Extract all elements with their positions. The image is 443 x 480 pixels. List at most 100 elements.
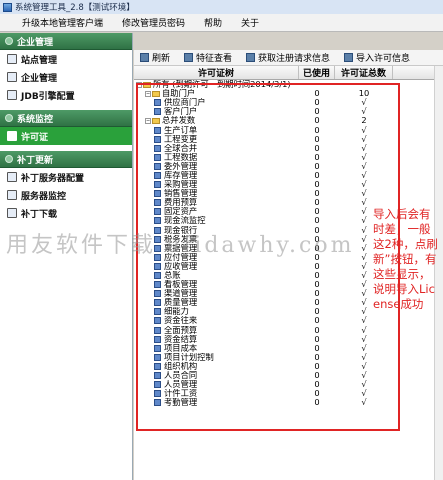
table-row[interactable]: 人员管理 0 √ xyxy=(134,380,443,389)
table-row[interactable]: 资金结算 0 √ xyxy=(134,334,443,344)
table-row[interactable]: 组织机构 0 √ xyxy=(134,361,443,371)
refresh-button[interactable]: 刷新 xyxy=(140,51,170,64)
view-features-button[interactable]: 特征查看 xyxy=(184,51,232,64)
table-row[interactable]: 费用预算 0 √ xyxy=(134,198,443,207)
module-icon xyxy=(154,390,161,398)
menu-help[interactable]: 帮助 xyxy=(204,16,222,29)
table-row[interactable]: 客户门户 0 √ xyxy=(134,107,443,116)
module-icon xyxy=(154,272,161,280)
row-name: 项目计划控制 xyxy=(164,352,214,362)
annotation-note: 导入后会有时差，一般这2种，点刷新”按钮，有这些显示，说明导入License成功 xyxy=(373,207,438,311)
get-registration-request-button[interactable]: 获取注册请求信息 xyxy=(246,51,330,64)
table-row[interactable]: 全球合并 0 √ xyxy=(134,143,443,153)
table-row[interactable]: 工程变更 0 √ xyxy=(134,134,443,144)
module-icon xyxy=(154,99,161,107)
import-license-button[interactable]: 导入许可信息 xyxy=(344,51,410,64)
tree-toggle-icon[interactable]: − xyxy=(145,90,151,97)
module-icon xyxy=(154,290,161,298)
table-row[interactable]: 资金往来 0 √ xyxy=(134,316,443,325)
table-row[interactable]: 销售管理 0 √ xyxy=(134,189,443,198)
row-name: 应付管理 xyxy=(164,252,198,262)
module-icon xyxy=(154,253,161,261)
table-row[interactable]: − 总并发数 0 2 xyxy=(134,116,443,125)
row-name: 客户门户 xyxy=(164,107,198,117)
sidebar-item-jdb-config[interactable]: JDB引擎配置 xyxy=(0,86,132,104)
sidebar-item-patch-server-config[interactable]: 补丁服务器配置 xyxy=(0,168,132,186)
toolbar: 刷新 特征查看 获取注册请求信息 导入许可信息 xyxy=(134,50,443,66)
monitor-icon xyxy=(7,190,17,200)
module-icon xyxy=(154,262,161,270)
window-title: 系统管理工具_2.8【测试环境】 xyxy=(15,3,135,13)
refresh-icon xyxy=(140,53,149,62)
column-header-total[interactable]: 许可证总数 xyxy=(335,66,393,79)
row-name: 供应商门户 xyxy=(164,98,206,108)
module-icon xyxy=(154,126,161,134)
module-icon xyxy=(154,181,161,189)
sidebar-item-enterprise-management[interactable]: 企业管理 xyxy=(0,68,132,86)
table-row[interactable]: 计件工资 0 √ xyxy=(134,389,443,398)
menu-upgrade-client[interactable]: 升级本地管理客户端 xyxy=(22,16,103,29)
table-row[interactable]: 全面预算 0 √ xyxy=(134,325,443,335)
folder-icon xyxy=(143,81,151,88)
table-row[interactable]: − 自助门户 0 10 xyxy=(134,89,443,98)
table-row[interactable]: 采购管理 0 √ xyxy=(134,180,443,189)
row-name: 库存管理 xyxy=(164,170,198,180)
row-name: 所有 (到期许可一到期时间2014/3/1) xyxy=(153,80,291,90)
menu-change-password[interactable]: 修改管理员密码 xyxy=(122,16,185,29)
sidebar-section-enterprise[interactable]: 企业管理 xyxy=(0,33,132,50)
enterprise-icon xyxy=(7,72,17,82)
module-icon xyxy=(154,162,161,170)
license-icon xyxy=(7,131,17,141)
sidebar-item-patch-download[interactable]: 补丁下载 xyxy=(0,204,132,222)
module-icon xyxy=(154,108,161,116)
table-row[interactable]: 供应商门户 0 √ xyxy=(134,98,443,107)
module-icon xyxy=(154,153,161,161)
table-row[interactable]: 考勤管理 0 √ xyxy=(134,398,443,407)
row-name: 组织机构 xyxy=(164,361,198,371)
module-icon xyxy=(154,171,161,179)
app-icon xyxy=(3,2,12,12)
row-name: 渠道管理 xyxy=(164,289,198,299)
registration-icon xyxy=(246,53,256,62)
row-name: 总并发数 xyxy=(162,116,196,126)
download-icon xyxy=(7,208,17,218)
sidebar-section-monitor[interactable]: 系统监控 xyxy=(0,110,132,127)
module-icon xyxy=(154,235,161,243)
module-icon xyxy=(154,335,161,343)
sidebar-section-patch[interactable]: 补丁更新 xyxy=(0,151,132,168)
menu-about[interactable]: 关于 xyxy=(241,16,259,29)
gear-icon xyxy=(5,37,13,45)
table-row[interactable]: 项目计划控制 0 √ xyxy=(134,352,443,362)
table-row[interactable]: 项目成本 0 √ xyxy=(134,343,443,353)
folder-icon xyxy=(152,117,160,124)
row-name: 看板管理 xyxy=(164,280,198,290)
module-icon xyxy=(154,244,161,252)
server-config-icon xyxy=(7,172,17,182)
column-header-used[interactable]: 已使用 xyxy=(299,66,335,79)
row-name: 人员合同 xyxy=(164,371,198,381)
sidebar-item-license[interactable]: 许可证 xyxy=(0,127,132,145)
table-row[interactable]: 生产订单 0 √ xyxy=(134,125,443,134)
tree-toggle-icon[interactable]: − xyxy=(145,117,151,124)
column-header-license-tree[interactable]: 许可证树 xyxy=(134,66,299,79)
module-icon xyxy=(154,317,161,325)
row-name: 现金银行 xyxy=(164,225,198,235)
module-icon xyxy=(154,326,161,334)
row-name: 资金结算 xyxy=(164,334,198,344)
tree-toggle-icon[interactable]: − xyxy=(136,81,142,88)
table-row[interactable]: 工程数据 0 √ xyxy=(134,152,443,162)
site-icon xyxy=(7,54,17,64)
table-row[interactable]: 人员合同 0 √ xyxy=(134,371,443,380)
table-row[interactable]: 库存管理 0 √ xyxy=(134,170,443,180)
sidebar-item-site-management[interactable]: 站点管理 xyxy=(0,50,132,68)
row-name: 质量管理 xyxy=(164,298,198,308)
table-row[interactable]: − 所有 (到期许可一到期时间2014/3/1) xyxy=(134,80,443,89)
row-name: 票据管理 xyxy=(164,243,198,253)
sidebar-item-server-monitor[interactable]: 服务器监控 xyxy=(0,186,132,204)
module-icon xyxy=(154,208,161,216)
table-row[interactable]: 委外管理 0 √ xyxy=(134,161,443,171)
module-icon xyxy=(154,190,161,198)
module-icon xyxy=(154,344,161,352)
row-name: 资金往来 xyxy=(164,316,198,326)
row-name: 全面预算 xyxy=(164,325,198,335)
